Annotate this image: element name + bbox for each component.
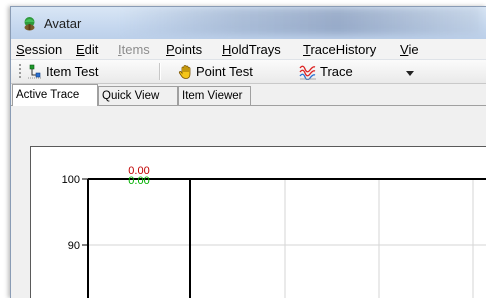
- toolbar: Item Test Point Test Trace: [11, 60, 486, 84]
- title-bar-blur: [121, 7, 481, 35]
- hand-pointer-icon: [178, 64, 191, 79]
- menu-edit[interactable]: Edit: [76, 42, 98, 57]
- y-tick-label-100: 100: [62, 174, 80, 186]
- tab-strip: Active Trace Quick View Item Viewer: [11, 84, 486, 106]
- item-test-button[interactable]: Item Test: [27, 62, 99, 81]
- menu-holdtrays[interactable]: HoldTrays: [222, 42, 281, 57]
- trace-readout-1: 0.00: [128, 175, 149, 187]
- title-bar: Avatar: [11, 7, 486, 39]
- item-test-label: Item Test: [46, 64, 99, 79]
- app-window: Avatar Session Edit Items Points HoldTra…: [10, 6, 486, 298]
- trace-button[interactable]: Trace: [299, 62, 353, 81]
- menu-bar: Session Edit Items Points HoldTrays Trac…: [11, 39, 486, 60]
- menu-session[interactable]: Session: [16, 42, 62, 57]
- item-test-icon: [28, 64, 42, 78]
- active-trace-panel: 100 90 0.00 0.00: [11, 106, 486, 298]
- point-test-button[interactable]: Point Test: [177, 62, 253, 81]
- menu-items[interactable]: Items: [118, 42, 150, 57]
- tab-quick-view[interactable]: Quick View: [98, 86, 178, 105]
- toolbar-grip[interactable]: [19, 64, 21, 80]
- menu-points[interactable]: Points: [166, 42, 202, 57]
- trace-wave-icon: [299, 65, 316, 80]
- avatar-app-icon: [24, 17, 35, 31]
- trace-dropdown-chevron-down-icon[interactable]: [406, 71, 414, 76]
- trace-chart: 100900.000.00: [62, 165, 486, 298]
- y-tick-label-90: 90: [68, 240, 80, 252]
- trace-label: Trace: [320, 64, 353, 79]
- tab-item-viewer[interactable]: Item Viewer: [178, 86, 251, 105]
- toolbar-separator: [159, 63, 161, 80]
- tab-active-trace[interactable]: Active Trace: [12, 84, 98, 106]
- window-title: Avatar: [44, 16, 82, 31]
- menu-view[interactable]: Vie: [400, 42, 419, 57]
- point-test-label: Point Test: [196, 64, 253, 79]
- menu-tracehistory[interactable]: TraceHistory: [303, 42, 376, 57]
